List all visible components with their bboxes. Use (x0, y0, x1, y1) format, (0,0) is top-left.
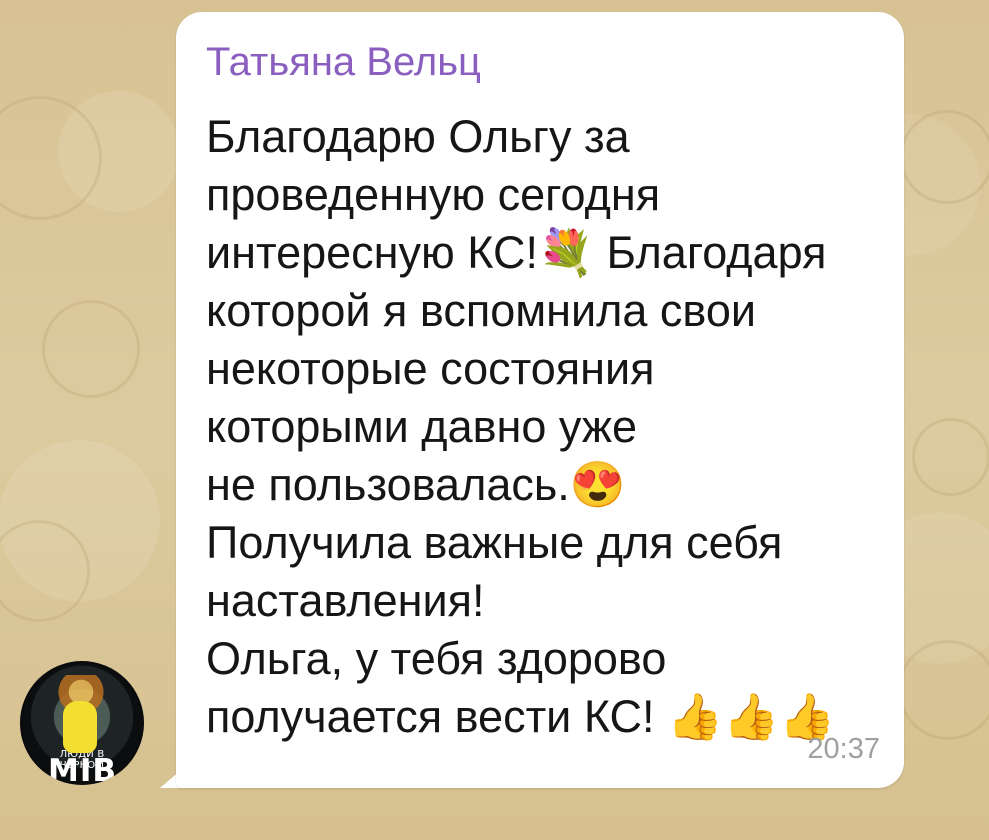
message-text: Благодарю Ольгу за проведенную сегодня и… (206, 111, 836, 742)
background-doodle (900, 110, 989, 204)
message-bubble[interactable]: Татьяна Вельц Благодарю Ольгу за проведе… (176, 12, 904, 788)
avatar-logo: MIB (48, 753, 118, 785)
background-doodle (0, 96, 102, 220)
background-doodle (42, 300, 140, 398)
avatar[interactable]: ЛЮДИ В ЧЕРНОМ MIB (20, 661, 144, 785)
background-doodle (898, 640, 989, 740)
message-time: 20:37 (807, 733, 880, 765)
background-doodle (912, 418, 989, 496)
background-doodle (0, 520, 90, 622)
sender-name[interactable]: Татьяна Вельц (206, 38, 481, 86)
